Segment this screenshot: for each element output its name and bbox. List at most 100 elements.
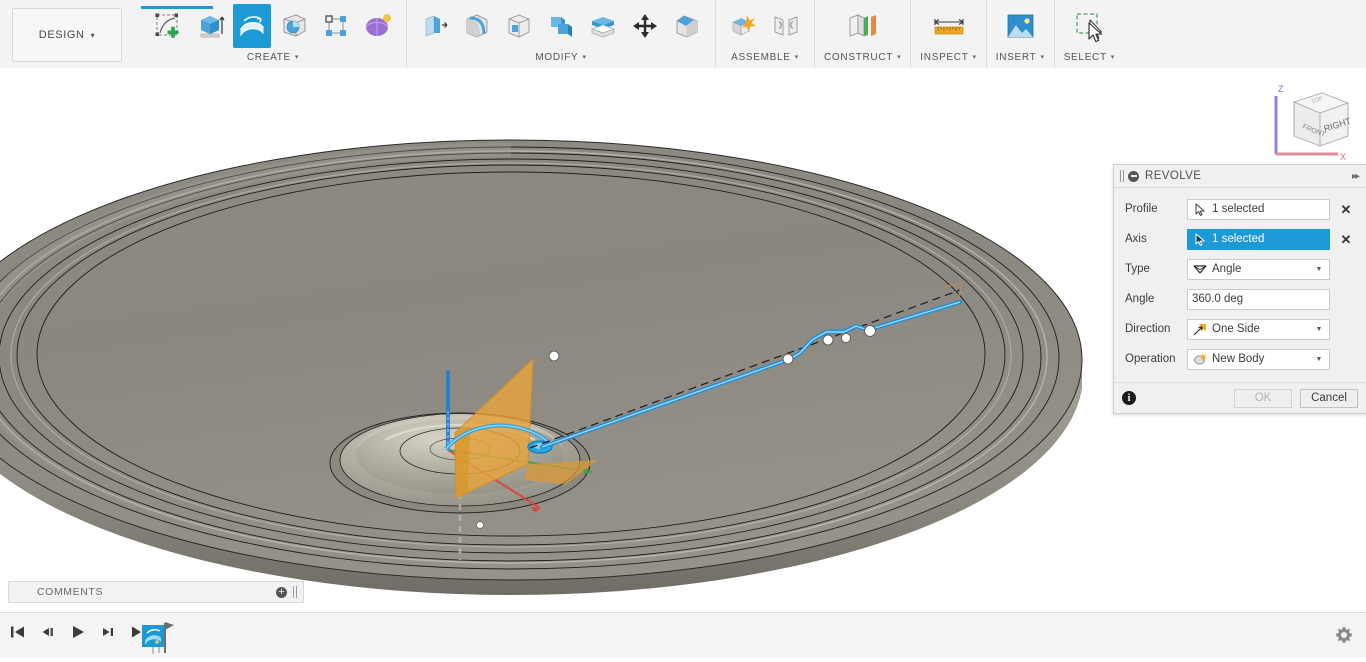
row-type: Type Angle ▼ bbox=[1114, 254, 1366, 284]
toolbar-group-construct: CONSTRUCT ▾ bbox=[814, 0, 910, 68]
extrude-icon[interactable] bbox=[191, 4, 229, 48]
clear-profile-selection-icon[interactable]: ✕ bbox=[1338, 201, 1354, 217]
revolve-dialog-title: REVOLVE bbox=[1145, 170, 1352, 182]
split-face-icon[interactable] bbox=[584, 4, 622, 48]
disc-body bbox=[0, 140, 1082, 595]
comments-label: COMMENTS bbox=[37, 586, 276, 598]
operation-label: Operation bbox=[1125, 353, 1187, 365]
chevron-down-icon: ▾ bbox=[795, 51, 799, 65]
direction-dropdown[interactable]: One Side ▼ bbox=[1187, 319, 1330, 340]
revolve-feature-marker[interactable] bbox=[140, 617, 176, 657]
toolbar-group-create-label: CREATE bbox=[247, 51, 291, 65]
chamfer-icon[interactable] bbox=[668, 4, 706, 48]
sweep-icon[interactable] bbox=[275, 4, 313, 48]
toolbar-group-assemble: ASSEMBLE ▾ bbox=[715, 0, 814, 68]
create-form-icon[interactable] bbox=[359, 4, 397, 48]
revolve-icon[interactable] bbox=[233, 4, 271, 48]
toolbar-group-assemble-label: ASSEMBLE bbox=[731, 51, 791, 65]
chevron-down-icon[interactable]: ▼ bbox=[1313, 266, 1325, 273]
angle-input[interactable]: 360.0 deg bbox=[1187, 289, 1330, 310]
profile-label: Profile bbox=[1125, 203, 1187, 215]
add-comment-icon[interactable]: + bbox=[276, 587, 287, 598]
move-copy-icon[interactable] bbox=[626, 4, 664, 48]
angle-label: Angle bbox=[1125, 293, 1187, 305]
timeline-bar bbox=[0, 612, 1366, 657]
row-profile: Profile 1 selected ✕ bbox=[1114, 194, 1366, 224]
pattern-icon[interactable] bbox=[317, 4, 355, 48]
select-window-icon[interactable] bbox=[1067, 4, 1111, 48]
combine-icon[interactable] bbox=[542, 4, 580, 48]
workspace-label: DESIGN bbox=[39, 29, 85, 41]
row-operation: Operation New Body ▼ bbox=[1114, 344, 1366, 374]
settings-gear-icon[interactable] bbox=[1332, 623, 1356, 647]
toolbar-group-construct-label: CONSTRUCT bbox=[824, 51, 893, 65]
toolbar-group-select-label: SELECT bbox=[1064, 51, 1107, 65]
profile-selection-field[interactable]: 1 selected bbox=[1187, 199, 1330, 220]
drag-grip-icon[interactable] bbox=[1120, 170, 1125, 182]
timeline-step-back-button[interactable] bbox=[38, 621, 58, 643]
workspace-selector[interactable]: DESIGN ▾ bbox=[12, 8, 122, 62]
type-dropdown[interactable]: Angle ▼ bbox=[1187, 259, 1330, 280]
revolve-dialog-header[interactable]: REVOLVE ▸▸ bbox=[1114, 165, 1366, 188]
type-value: Angle bbox=[1212, 263, 1313, 275]
shell-icon[interactable] bbox=[500, 4, 538, 48]
timeline-play-button[interactable] bbox=[68, 621, 88, 643]
row-direction: Direction One Side ▼ bbox=[1114, 314, 1366, 344]
angle-icon bbox=[1192, 262, 1208, 277]
timeline-step-forward-button[interactable] bbox=[98, 621, 118, 643]
new-body-icon bbox=[1192, 352, 1208, 367]
one-side-arrow-icon bbox=[1192, 322, 1208, 337]
press-pull-icon[interactable] bbox=[416, 4, 454, 48]
direction-label: Direction bbox=[1125, 323, 1187, 335]
create-sketch-icon[interactable] bbox=[149, 4, 187, 48]
new-component-icon[interactable] bbox=[725, 4, 763, 48]
timeline-go-start-button[interactable] bbox=[8, 621, 28, 643]
toolbar-group-insert: INSERT ▾ bbox=[986, 0, 1054, 68]
chevron-down-icon: ▾ bbox=[1111, 51, 1115, 65]
cursor-select-icon bbox=[1192, 232, 1208, 247]
axis-selection-value: 1 selected bbox=[1212, 233, 1325, 245]
toolbar-group-inspect-label: INSPECT bbox=[920, 51, 968, 65]
row-angle: Angle 360.0 deg bbox=[1114, 284, 1366, 314]
row-axis: Axis 1 selected ✕ bbox=[1114, 224, 1366, 254]
toolbar-group-create: CREATE ▾ bbox=[140, 0, 406, 68]
viewcube-axis-x: X bbox=[1340, 152, 1346, 162]
sketch-point bbox=[477, 522, 484, 529]
clear-axis-selection-icon[interactable]: ✕ bbox=[1338, 231, 1354, 247]
ok-button[interactable]: OK bbox=[1234, 389, 1292, 408]
chevron-down-icon: ▾ bbox=[973, 51, 977, 65]
axis-selection-field[interactable]: 1 selected bbox=[1187, 229, 1330, 250]
comments-resize-grip-icon[interactable] bbox=[293, 586, 297, 598]
cancel-button[interactable]: Cancel bbox=[1300, 389, 1358, 408]
type-label: Type bbox=[1125, 263, 1187, 275]
operation-dropdown[interactable]: New Body ▼ bbox=[1187, 349, 1330, 370]
chevron-down-icon[interactable]: ▼ bbox=[1313, 356, 1325, 363]
revolve-dialog-footer: i OK Cancel bbox=[1114, 382, 1366, 413]
profile-selection-value: 1 selected bbox=[1212, 203, 1325, 215]
direction-value: One Side bbox=[1212, 323, 1313, 335]
toolbar-group-modify-label: MODIFY bbox=[535, 51, 578, 65]
view-cube[interactable]: Z X FRONT RIGHT TOP bbox=[1260, 76, 1360, 166]
comments-bar[interactable]: COMMENTS + bbox=[8, 581, 304, 603]
info-icon[interactable]: i bbox=[1122, 391, 1136, 405]
operation-value: New Body bbox=[1212, 353, 1313, 365]
toolbar-group-select: SELECT ▾ bbox=[1054, 0, 1124, 68]
chevron-down-icon[interactable]: ▼ bbox=[1313, 326, 1325, 333]
chevron-down-icon: ▾ bbox=[91, 31, 96, 40]
axis-label: Axis bbox=[1125, 233, 1187, 245]
expand-panel-icon[interactable]: ▸▸ bbox=[1352, 171, 1360, 182]
viewcube-axis-z: Z bbox=[1278, 84, 1284, 94]
insert-image-icon[interactable] bbox=[998, 4, 1042, 48]
offset-plane-icon[interactable] bbox=[841, 4, 885, 48]
revolve-dialog[interactable]: REVOLVE ▸▸ Profile 1 selected ✕ Axis bbox=[1113, 164, 1366, 414]
measure-icon[interactable] bbox=[927, 4, 971, 48]
chevron-down-icon: ▾ bbox=[897, 51, 901, 65]
timeline-nav-buttons bbox=[8, 621, 148, 643]
chevron-down-icon: ▾ bbox=[582, 51, 586, 65]
fillet-icon[interactable] bbox=[458, 4, 496, 48]
chevron-down-icon: ▾ bbox=[1040, 51, 1044, 65]
collapse-icon[interactable] bbox=[1128, 171, 1139, 182]
angle-value: 360.0 deg bbox=[1192, 293, 1325, 305]
chevron-down-icon: ▾ bbox=[295, 51, 299, 65]
joint-icon[interactable] bbox=[767, 4, 805, 48]
